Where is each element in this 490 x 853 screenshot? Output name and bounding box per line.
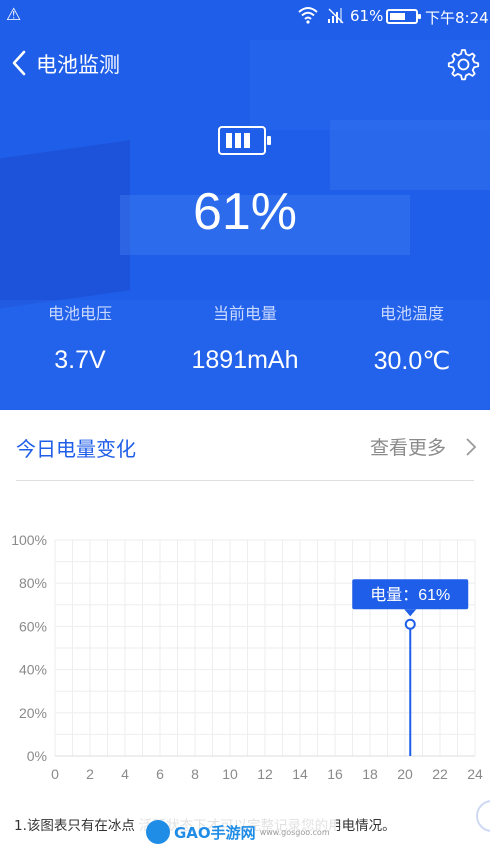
scroll-button[interactable] bbox=[476, 800, 490, 832]
status-bar: ⚠ 61% 下午8:24 bbox=[0, 0, 490, 32]
x-tick-label: 14 bbox=[292, 766, 308, 782]
stat-voltage-label: 电池电压 bbox=[47, 304, 112, 323]
status-battery-icon bbox=[386, 9, 421, 24]
bg-shape bbox=[330, 120, 490, 190]
battery-hero: ⚠ 61% 下午8:24 电池监测 61% 电池电压 3.7V 当前电量 189… bbox=[0, 0, 490, 410]
wifi-icon bbox=[298, 7, 318, 24]
x-tick-label: 8 bbox=[191, 766, 199, 782]
x-tick-label: 10 bbox=[222, 766, 238, 782]
chevron-left-icon[interactable] bbox=[6, 48, 34, 78]
stat-voltage: 电池电压 3.7V bbox=[0, 300, 160, 375]
y-tick-label: 0% bbox=[27, 748, 47, 764]
chevron-right-icon[interactable] bbox=[464, 436, 478, 458]
x-tick-label: 2 bbox=[86, 766, 94, 782]
stat-temperature-value: 30.0℃ bbox=[373, 347, 451, 375]
gear-icon[interactable] bbox=[444, 46, 480, 82]
battery-level-chart: 0%20%40%60%80%100%0 2 4 6 8 10 12 14 16 18 20 22 24电… bbox=[11, 532, 483, 782]
x-tick-label: 16 bbox=[327, 766, 343, 782]
stat-voltage-value: 3.7V bbox=[54, 346, 106, 374]
stat-temperature-label: 电池温度 bbox=[379, 304, 444, 323]
battery-cell bbox=[226, 133, 232, 148]
battery-icon bbox=[218, 126, 271, 155]
status-time: 下午8:24 bbox=[425, 9, 489, 27]
today-section-header: 今日电量变化 查看更多 bbox=[0, 410, 490, 482]
watermark: GAO手游网 www.gosgoo.com bbox=[140, 817, 336, 847]
battery-cell bbox=[244, 133, 250, 148]
signal-icon bbox=[328, 8, 344, 24]
x-tick-label: 6 bbox=[156, 766, 164, 782]
stat-capacity: 当前电量 1891mAh bbox=[165, 300, 325, 375]
y-tick-label: 40% bbox=[19, 662, 47, 678]
watermark-site: www.gosgoo.com bbox=[259, 827, 330, 837]
x-tick-label: 0 bbox=[51, 766, 59, 782]
x-tick-label: 18 bbox=[362, 766, 378, 782]
battery-cell bbox=[235, 133, 241, 148]
y-tick-label: 20% bbox=[19, 705, 47, 721]
status-battery-percent: 61% bbox=[350, 7, 384, 25]
stat-capacity-label: 当前电量 bbox=[212, 304, 277, 323]
today-title: 今日电量变化 bbox=[16, 437, 136, 461]
y-tick-label: 80% bbox=[19, 575, 47, 591]
tooltip-arrow bbox=[404, 609, 417, 617]
tooltip-label: 电量：61% bbox=[370, 586, 450, 604]
x-tick-label: 12 bbox=[257, 766, 273, 782]
watermark-brand: GAO手游网 bbox=[174, 823, 256, 842]
x-tick-label: 20 bbox=[397, 766, 413, 782]
watermark-logo bbox=[146, 820, 170, 844]
page-title: 电池监测 bbox=[36, 53, 120, 77]
stat-capacity-value: 1891mAh bbox=[191, 346, 299, 374]
x-tick-label: 22 bbox=[432, 766, 448, 782]
view-more-link[interactable]: 查看更多 bbox=[370, 433, 446, 460]
divider bbox=[16, 480, 474, 481]
warning-icon: ⚠ bbox=[6, 5, 22, 25]
data-point bbox=[404, 618, 416, 630]
y-tick-label: 100% bbox=[11, 532, 47, 548]
battery-percent: 61% bbox=[192, 183, 298, 241]
stat-temperature: 电池温度 30.0℃ bbox=[332, 300, 490, 376]
x-tick-label: 4 bbox=[121, 766, 129, 782]
y-tick-label: 60% bbox=[19, 618, 47, 634]
top-nav: 电池监测 bbox=[0, 40, 490, 86]
x-tick-label: 24 bbox=[467, 766, 483, 782]
